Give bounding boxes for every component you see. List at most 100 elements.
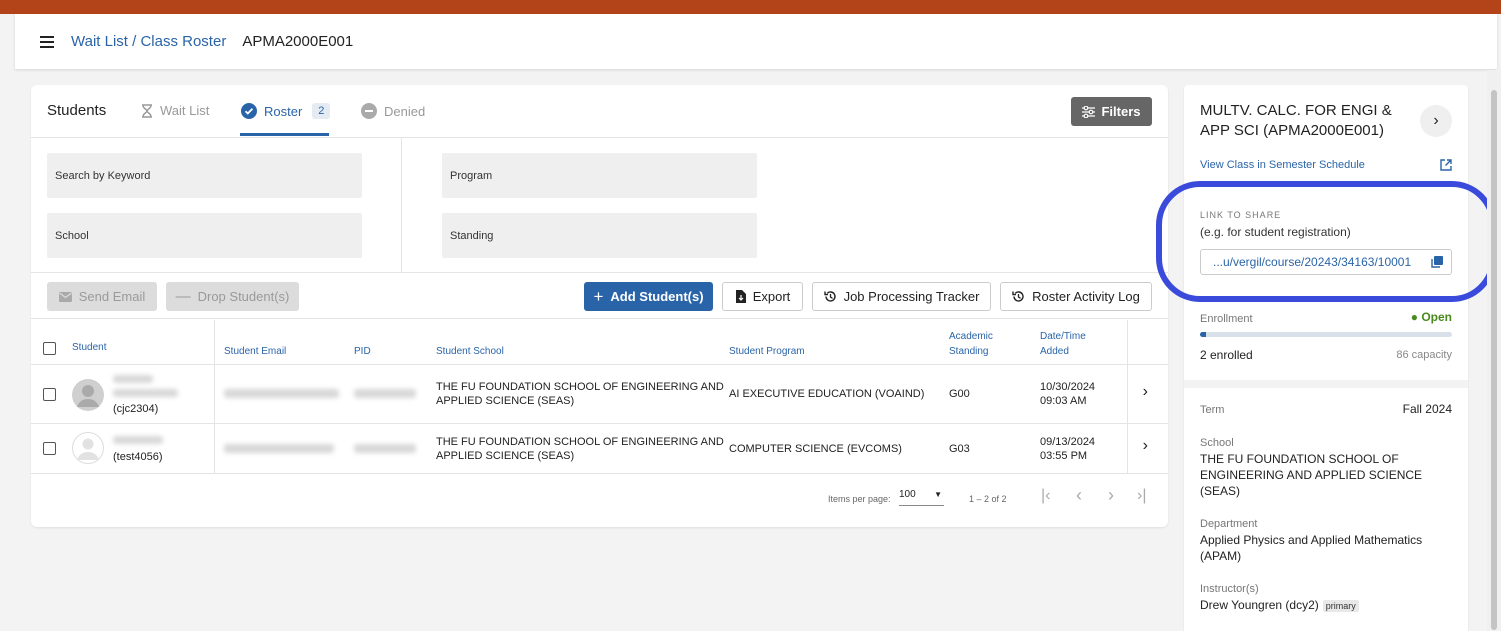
- tab-label: Wait List: [160, 103, 210, 118]
- standing-filter[interactable]: Standing: [442, 213, 757, 258]
- row-checkbox[interactable]: [43, 442, 56, 455]
- enrollment-label: Enrollment: [1200, 313, 1253, 325]
- column-header-student[interactable]: Student: [72, 340, 106, 355]
- avatar: [72, 379, 104, 411]
- school-line: THE FU FOUNDATION SCHOOL OF ENGINEERING …: [436, 381, 724, 393]
- students-panel: Students Wait List Roster 2 Denied Filte…: [31, 85, 1168, 527]
- job-tracker-button[interactable]: Job Processing Tracker: [812, 282, 991, 311]
- avatar: [72, 432, 104, 464]
- select-all-checkbox[interactable]: [43, 342, 56, 355]
- department-value: Applied Physics and Applied Mathematics …: [1200, 533, 1423, 563]
- capacity-count: 86 capacity: [1396, 349, 1452, 361]
- status-text: Open: [1421, 310, 1452, 324]
- plus-icon: +: [593, 286, 604, 306]
- send-email-button[interactable]: Send Email: [47, 282, 157, 311]
- paginator: Items per page: 100 ▼ 1 – 2 of 2 |‹ ‹ › …: [31, 473, 1168, 527]
- external-link-icon[interactable]: [1440, 159, 1452, 171]
- chevron-right-icon[interactable]: ›: [1143, 437, 1148, 455]
- roster-count-badge: 2: [312, 103, 331, 119]
- school-filter[interactable]: School: [47, 213, 362, 258]
- add-students-button[interactable]: + Add Student(s): [584, 282, 713, 311]
- items-per-page-value: 100: [899, 489, 916, 500]
- roster-table: Student Student Email PID Student School…: [31, 320, 1168, 473]
- menu-icon[interactable]: [40, 35, 54, 48]
- tab-wait-list[interactable]: Wait List: [141, 103, 209, 118]
- file-download-icon: [735, 290, 746, 303]
- progress-fill: [1200, 332, 1206, 337]
- previous-page-icon[interactable]: ‹: [1076, 485, 1082, 506]
- column-header-email[interactable]: Student Email: [224, 344, 286, 359]
- filters-button[interactable]: Filters: [1071, 97, 1152, 126]
- share-link-highlight: [1156, 181, 1496, 302]
- roster-activity-log-button[interactable]: Roster Activity Log: [1000, 282, 1152, 311]
- program-filter[interactable]: Program: [442, 153, 757, 198]
- hourglass-icon: [142, 103, 152, 118]
- range-label: 1 – 2 of 2: [969, 494, 1007, 504]
- tab-label: Roster: [264, 103, 303, 119]
- student-program: AI EXECUTIVE EDUCATION (VOAIND): [729, 388, 925, 400]
- school-value: THE FU FOUNDATION SCHOOL OF ENGINEERING …: [1200, 452, 1423, 498]
- student-name-redacted: [113, 389, 178, 397]
- panel-title: Students: [47, 102, 107, 119]
- chevron-right-icon[interactable]: ›: [1420, 105, 1452, 137]
- header-line: Added: [1040, 346, 1069, 357]
- tab-roster[interactable]: Roster 2: [241, 103, 331, 119]
- school-line: THE FU FOUNDATION SCHOOL OF ENGINEERING …: [436, 436, 724, 448]
- history-icon: [1012, 291, 1024, 302]
- tab-denied[interactable]: Denied: [361, 103, 425, 119]
- date-added: 10/30/2024 09:03 AM: [1040, 380, 1095, 408]
- export-button[interactable]: Export: [722, 282, 803, 311]
- minus-icon: —: [175, 288, 191, 305]
- keyword-search-input[interactable]: Search by Keyword: [47, 153, 362, 198]
- chevron-right-icon[interactable]: ›: [1143, 383, 1148, 401]
- primary-tag: primary: [1322, 600, 1359, 612]
- column-header-standing[interactable]: Academic Standing: [949, 329, 993, 359]
- column-header-pid[interactable]: PID: [354, 344, 371, 359]
- column-header-date-added[interactable]: Date/Time Added: [1040, 329, 1086, 359]
- button-label: Job Processing Tracker: [843, 289, 980, 304]
- column-header-program[interactable]: Student Program: [729, 344, 805, 359]
- table-row[interactable]: (cjc2304) THE FU FOUNDATION SCHOOL OF EN…: [31, 364, 1168, 423]
- scrollbar[interactable]: [1487, 70, 1501, 631]
- school-line: APPLIED SCIENCE (SEAS): [436, 395, 575, 407]
- column-header-school[interactable]: Student School: [436, 344, 504, 359]
- brand-bar: [0, 0, 1501, 14]
- header-line: Academic: [949, 331, 993, 342]
- department-label: Department: [1200, 518, 1258, 530]
- school-label: School: [1200, 437, 1234, 449]
- sliders-icon: [1082, 105, 1096, 118]
- active-tab-indicator: [240, 133, 329, 136]
- button-label: Roster Activity Log: [1032, 289, 1140, 304]
- items-per-page-select[interactable]: 100 ▼: [899, 489, 944, 506]
- row-checkbox[interactable]: [43, 388, 56, 401]
- date-added: 09/13/2024 03:55 PM: [1040, 435, 1095, 463]
- email-redacted: [224, 389, 339, 398]
- scrollbar-thumb[interactable]: [1491, 90, 1497, 630]
- filter-area: Search by Keyword School Program Standin…: [31, 138, 1168, 273]
- class-title: MULTV. CALC. FOR ENGI & APP SCI (APMA200…: [1200, 102, 1392, 139]
- email-redacted: [224, 444, 334, 453]
- student-uni: (test4056): [113, 451, 163, 463]
- first-page-icon[interactable]: |‹: [1041, 487, 1050, 505]
- student-name-redacted: [113, 436, 163, 444]
- mail-icon: [58, 291, 72, 302]
- section-divider: [1184, 380, 1468, 388]
- header-line: Date/Time: [1040, 331, 1086, 342]
- breadcrumb[interactable]: Wait List / Class Roster: [71, 33, 226, 50]
- enrollment-status: ● Open: [1410, 310, 1452, 324]
- student-school: THE FU FOUNDATION SCHOOL OF ENGINEERING …: [436, 380, 724, 408]
- tab-label: Denied: [384, 103, 426, 119]
- school-line: APPLIED SCIENCE (SEAS): [436, 450, 575, 462]
- table-row[interactable]: (test4056) THE FU FOUNDATION SCHOOL OF E…: [31, 423, 1168, 473]
- academic-standing: G00: [949, 388, 970, 400]
- button-label: Send Email: [78, 289, 146, 304]
- button-label: Drop Student(s): [197, 289, 290, 304]
- history-icon: [823, 291, 836, 302]
- last-page-icon[interactable]: ›|: [1137, 487, 1146, 505]
- page-header: Wait List / Class Roster APMA2000E001: [15, 14, 1497, 69]
- view-schedule-link[interactable]: View Class in Semester Schedule: [1200, 159, 1365, 171]
- time-line: 09:03 AM: [1040, 395, 1087, 407]
- next-page-icon[interactable]: ›: [1108, 485, 1114, 506]
- date-line: 09/13/2024: [1040, 436, 1096, 448]
- drop-students-button[interactable]: — Drop Student(s): [166, 282, 299, 311]
